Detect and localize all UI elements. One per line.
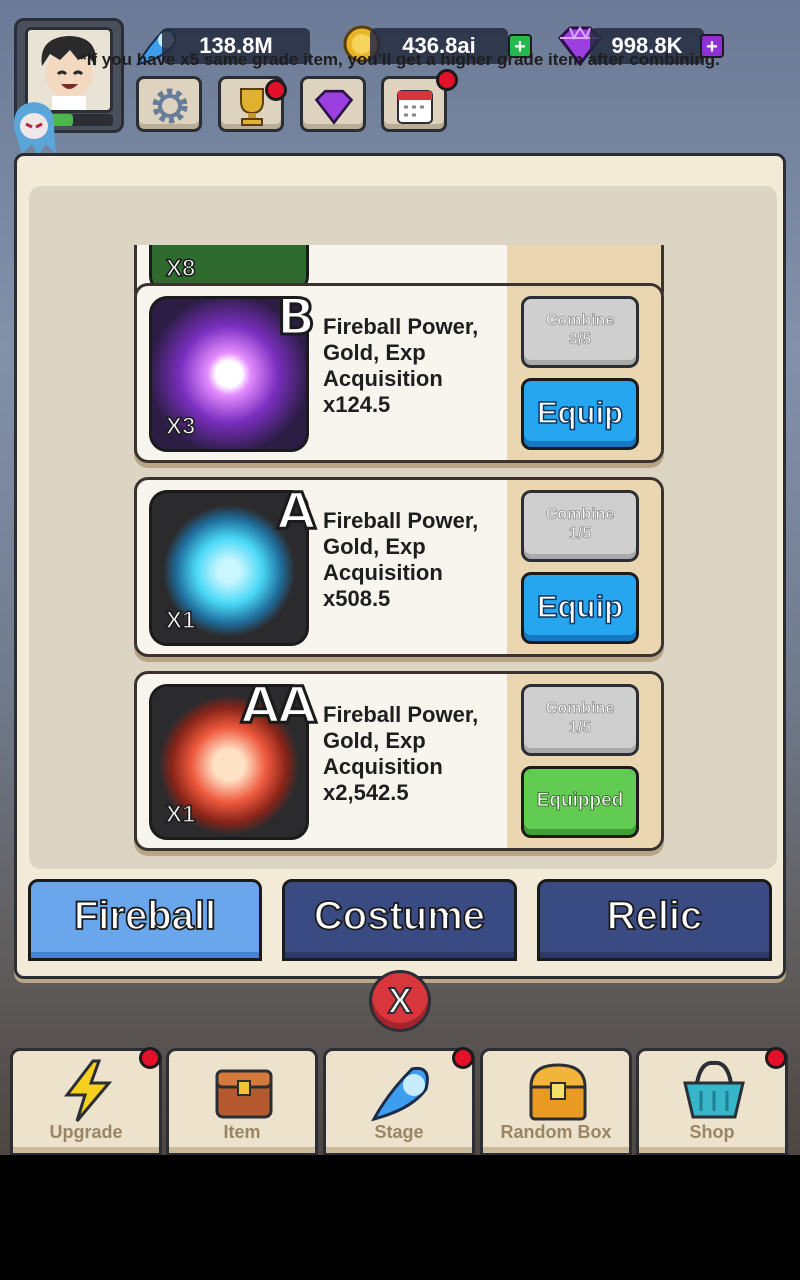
item-qty: X1 xyxy=(165,800,196,829)
item-qty: X8 xyxy=(165,254,196,283)
item-description: Fireball Power, Gold, Exp Acquisition x2… xyxy=(323,702,479,805)
lightning-icon xyxy=(63,1059,113,1122)
item-card: X3 B Fireball Power, Gold, Exp Acquisiti… xyxy=(134,283,664,463)
shop-notification-dot xyxy=(765,1047,787,1069)
grade-label: A xyxy=(276,481,318,542)
grade-label: AA xyxy=(239,675,317,736)
calendar-button[interactable] xyxy=(381,69,458,132)
tab-fireball[interactable]: Fireball xyxy=(28,879,262,961)
grade-label: B xyxy=(275,287,316,348)
gem-shop-button[interactable] xyxy=(300,76,366,132)
nav-stage[interactable]: Stage xyxy=(323,1047,475,1155)
nav-shop[interactable]: Shop xyxy=(636,1047,788,1155)
item-qty: X1 xyxy=(165,606,196,635)
combine-label: Combine xyxy=(545,506,615,524)
combine-button[interactable]: Combine 1/5 xyxy=(521,684,639,756)
nav-label: Shop xyxy=(689,1122,735,1142)
calendar-icon xyxy=(397,90,433,124)
combine-button[interactable]: Combine 1/5 xyxy=(521,490,639,562)
item-card: X1 A Fireball Power, Gold, Exp Acquisiti… xyxy=(134,477,664,657)
combine-count: 1/5 xyxy=(568,719,592,737)
treasure-chest-icon xyxy=(529,1063,587,1121)
stage-notification-dot xyxy=(452,1047,474,1069)
chest-bag-icon xyxy=(215,1069,273,1119)
equip-button[interactable]: Equip xyxy=(521,378,639,450)
gear-icon xyxy=(152,88,188,124)
item-description: Fireball Power, Gold, Exp Acquisition x1… xyxy=(323,314,479,417)
nav-label: Stage xyxy=(374,1122,424,1142)
combine-button[interactable]: Combine 3/5 xyxy=(521,296,639,368)
ghost-companion-icon xyxy=(13,102,56,156)
equipped-button[interactable]: Equipped xyxy=(521,766,639,838)
trophy-notification-dot xyxy=(265,79,287,101)
item-list[interactable]: X8 X3 B Fireball Power, Gold, Exp Acquis… xyxy=(26,245,774,860)
item-card: X1 AA Fireball Power, Gold, Exp Acquisit… xyxy=(134,671,664,851)
combine-count: 3/5 xyxy=(568,331,592,349)
bottom-bar-area xyxy=(0,1155,800,1280)
fireball-icon xyxy=(371,1066,429,1122)
combine-label: Combine xyxy=(545,700,615,718)
combine-note: *If you have x5 same grade item, you'll … xyxy=(80,50,720,69)
item-description: Fireball Power, Gold, Exp Acquisition x5… xyxy=(323,508,479,611)
tab-costume[interactable]: Costume xyxy=(282,879,517,961)
nav-label: Item xyxy=(223,1122,261,1142)
gem-icon xyxy=(314,89,354,125)
upgrade-notification-dot xyxy=(139,1047,161,1069)
nav-random-box[interactable]: Random Box xyxy=(480,1048,632,1155)
nav-label: Upgrade xyxy=(49,1122,123,1142)
tab-relic[interactable]: Relic xyxy=(537,879,772,961)
settings-button[interactable] xyxy=(136,76,202,132)
calendar-notification-dot xyxy=(436,69,458,91)
trophy-button[interactable] xyxy=(218,76,287,132)
equip-button[interactable]: Equip xyxy=(521,572,639,644)
shopping-basket-icon xyxy=(683,1060,745,1119)
nav-item[interactable]: Item xyxy=(166,1048,318,1155)
combine-count: 1/5 xyxy=(568,525,592,543)
item-qty: X3 xyxy=(165,412,196,441)
combine-label: Combine xyxy=(545,312,615,330)
close-button[interactable]: X xyxy=(369,970,431,1032)
nav-label: Random Box xyxy=(500,1122,612,1142)
game-background: 138.8M 436.8ai + 998.8K + *If you have x… xyxy=(0,0,800,1155)
nav-upgrade[interactable]: Upgrade xyxy=(10,1047,162,1155)
